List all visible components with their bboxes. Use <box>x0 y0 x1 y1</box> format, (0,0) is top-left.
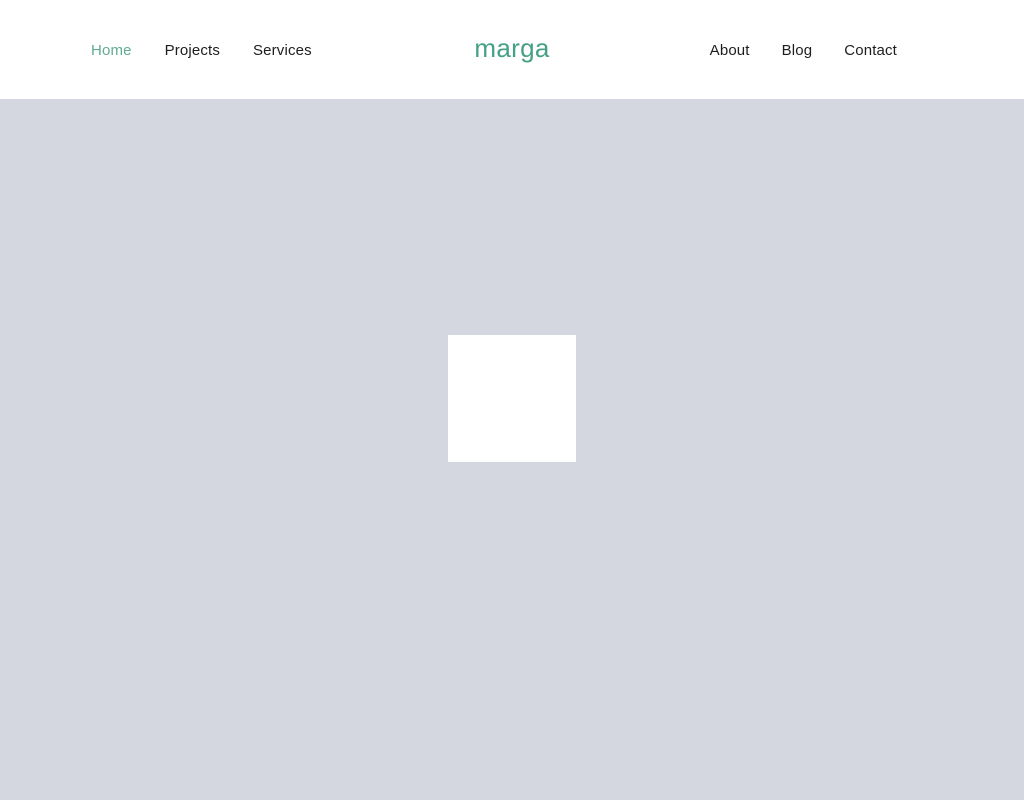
nav-link-contact[interactable]: Contact <box>844 39 897 62</box>
nav-link-about[interactable]: About <box>710 39 750 62</box>
site-logo[interactable]: marga <box>474 35 549 61</box>
primary-nav-right: About Blog Contact <box>710 0 897 99</box>
page-body <box>0 99 1024 800</box>
nav-link-projects[interactable]: Projects <box>165 39 220 62</box>
site-header: Home Projects Services marga About Blog … <box>0 0 1024 99</box>
nav-link-home[interactable]: Home <box>91 39 132 62</box>
hero-image-placeholder <box>448 335 576 462</box>
primary-nav-left: Home Projects Services <box>91 0 312 99</box>
nav-link-blog[interactable]: Blog <box>782 39 813 62</box>
nav-link-services[interactable]: Services <box>253 39 312 62</box>
